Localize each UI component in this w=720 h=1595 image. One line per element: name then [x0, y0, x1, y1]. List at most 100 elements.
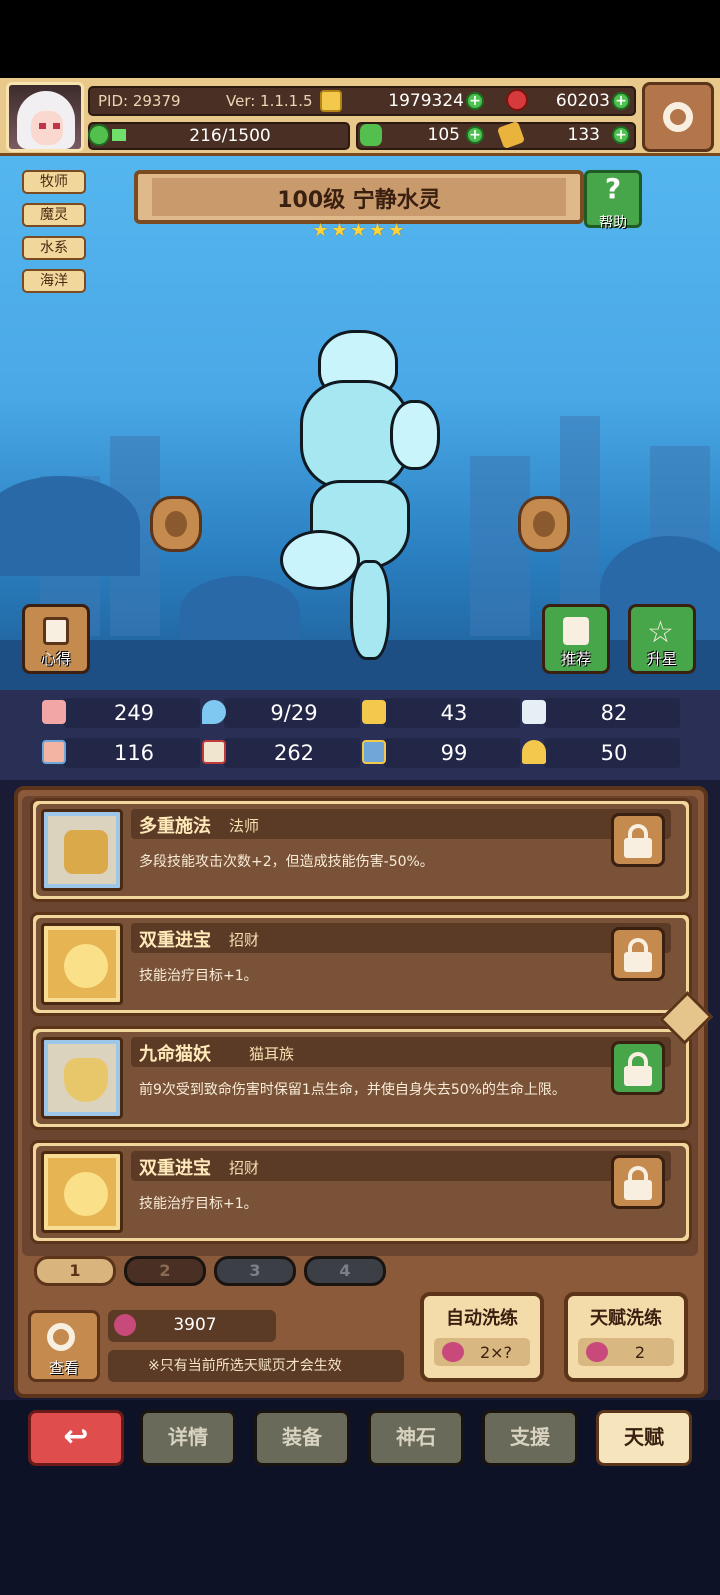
fruit-icon	[442, 1342, 464, 1362]
talent-description: 技能治疗目标+1。	[139, 1196, 258, 1212]
star-icon: ★	[312, 220, 329, 241]
fruit-amount: 3907	[173, 1315, 217, 1335]
ruby-gem-icon	[506, 89, 528, 111]
fruit-icon	[586, 1342, 608, 1362]
star-icon: ★	[369, 220, 386, 241]
lock-toggle-button[interactable]	[611, 813, 665, 867]
talent-name: 双重进宝	[139, 930, 211, 951]
player-id: PID: 29379	[98, 92, 181, 110]
star-icon: ★	[331, 220, 348, 241]
add-tickets-button[interactable]: +	[612, 126, 630, 144]
talent-card[interactable]: 双重进宝 招财 技能治疗目标+1。	[30, 1140, 692, 1244]
nav-tab-support[interactable]: 支援	[482, 1410, 578, 1466]
talent-name: 九命猫妖	[139, 1044, 211, 1065]
settings-button[interactable]	[642, 82, 714, 152]
talent-page-note: ※只有当前所选天赋页才会生效	[108, 1350, 404, 1382]
talent-description: 多段技能攻击次数+2，但造成技能伤害-50%。	[139, 854, 434, 870]
add-gems-button[interactable]: +	[612, 92, 630, 110]
recommend-button[interactable]: 推荐	[542, 604, 610, 674]
talent-tag: 法师	[229, 817, 260, 835]
top-status-area	[0, 0, 720, 78]
wing-icon	[522, 700, 546, 724]
talent-page-tab-2[interactable]: 2	[124, 1256, 206, 1286]
fruit-icon	[114, 1314, 136, 1336]
horseshoe-icon	[522, 740, 546, 764]
add-gold-button[interactable]: +	[466, 92, 484, 110]
exp-value: 216/1500	[189, 126, 271, 146]
stat-speed: 82	[516, 696, 686, 730]
cat-icon	[41, 1037, 123, 1119]
back-button[interactable]: ↩	[28, 1410, 124, 1466]
add-clover-button[interactable]: +	[466, 126, 484, 144]
shield-icon	[362, 700, 386, 724]
previous-hero-button[interactable]	[150, 496, 202, 552]
ticket-amount: 133	[567, 125, 600, 145]
gold-amount: 1979324	[388, 91, 464, 111]
stat-defense: 43	[356, 696, 526, 730]
talent-name: 多重施法	[139, 816, 211, 837]
stat-attack: 116	[36, 736, 206, 770]
nav-tab-divine-stone[interactable]: 神石	[368, 1410, 464, 1466]
clover-amount: 105	[427, 125, 460, 145]
lock-toggle-button[interactable]	[611, 1041, 665, 1095]
star-icon: ☆	[647, 615, 674, 650]
tag-class: 牧师	[22, 170, 86, 194]
thumbs-up-icon	[563, 617, 589, 645]
water-spirit-sprite	[280, 330, 440, 660]
talent-tag: 猫耳族	[249, 1045, 295, 1063]
stat-hp: 249	[36, 696, 206, 730]
talent-reroll-button[interactable]: 天赋洗练 2	[564, 1292, 688, 1382]
clover-icon	[360, 124, 382, 146]
talent-tag: 招财	[229, 931, 260, 949]
fist-icon	[42, 740, 66, 764]
exp-orb-icon	[88, 124, 110, 146]
magnifier-icon	[47, 1323, 75, 1351]
gear-icon	[663, 102, 693, 132]
stat-magic: 262	[196, 736, 366, 770]
nav-tab-talent[interactable]: 天赋	[596, 1410, 692, 1466]
insight-button[interactable]: 心得	[22, 604, 90, 674]
tag-race: 魔灵	[22, 203, 86, 227]
talent-card[interactable]: 多重施法 法师 多段技能攻击次数+2，但造成技能伤害-50%。	[30, 798, 692, 902]
tag-region: 海洋	[22, 269, 86, 293]
player-avatar[interactable]	[6, 82, 84, 152]
star-icon	[41, 923, 123, 1005]
game-version: Ver: 1.1.1.5	[226, 92, 313, 110]
gold-coin-icon	[320, 90, 342, 112]
boot-icon	[362, 740, 386, 764]
talent-description: 前9次受到致命伤害时保留1点生命，并使自身失去50%的生命上限。	[139, 1082, 566, 1098]
tag-element: 水系	[22, 236, 86, 260]
star-icon: ★	[350, 220, 367, 241]
staff-icon	[41, 809, 123, 891]
gem-amount: 60203	[555, 91, 610, 111]
auto-reroll-button[interactable]: 自动洗练 2×?	[420, 1292, 544, 1382]
lock-toggle-button[interactable]	[611, 1155, 665, 1209]
star-icon: ★	[388, 220, 405, 241]
arrow-right-icon	[533, 511, 555, 537]
scroll-icon	[43, 617, 69, 645]
hero-star-rating: ★ ★ ★ ★ ★	[312, 222, 408, 240]
nav-tab-detail[interactable]: 详情	[140, 1410, 236, 1466]
talent-card[interactable]: 九命猫妖 猫耳族 前9次受到致命伤害时保留1点生命，并使自身失去50%的生命上限…	[30, 1026, 692, 1130]
hero-stats-panel: 249 9/29 43 82 116 262 99 50	[0, 690, 720, 780]
talent-card[interactable]: 双重进宝 招财 技能治疗目标+1。	[30, 912, 692, 1016]
talent-page-tab-4[interactable]: 4	[304, 1256, 386, 1286]
question-mark-icon: ?	[604, 172, 622, 205]
talent-page-tab-3[interactable]: 3	[214, 1256, 296, 1286]
star-up-button[interactable]: ☆ 升星	[628, 604, 696, 674]
arrow-left-icon	[165, 511, 187, 537]
lock-toggle-button[interactable]	[611, 927, 665, 981]
next-hero-button[interactable]	[518, 496, 570, 552]
stat-mana: 9/29	[196, 696, 366, 730]
talent-tag: 招财	[229, 1159, 260, 1177]
stat-luck: 50	[516, 736, 686, 770]
talent-page-tab-1[interactable]: 1	[34, 1256, 116, 1286]
hero-title: 100级 宁静水灵	[277, 188, 441, 213]
help-label: 帮助	[599, 215, 627, 231]
nav-tab-equipment[interactable]: 装备	[254, 1410, 350, 1466]
stat-agility: 99	[356, 736, 526, 770]
talent-description: 技能治疗目标+1。	[139, 968, 258, 984]
book-icon	[202, 740, 226, 764]
star-icon	[41, 1151, 123, 1233]
view-button[interactable]: 查看	[28, 1310, 100, 1382]
